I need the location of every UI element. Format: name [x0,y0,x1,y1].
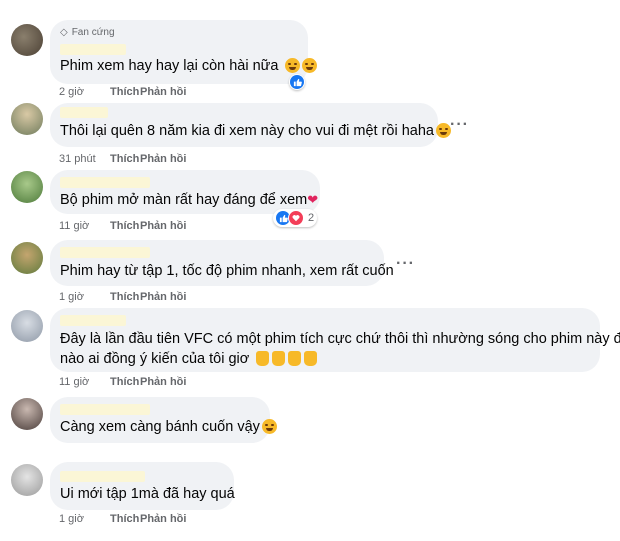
timestamp[interactable]: 2 giờ [59,86,110,98]
avatar[interactable] [11,242,43,274]
love-reaction-icon [288,210,304,226]
comment-actions: 31 phút Thích Phản hồi [59,153,186,165]
timestamp[interactable]: 11 giờ [59,220,110,232]
comment-text: Phim xem hay hay lại còn hài nữa [60,55,317,78]
author-name-redacted[interactable] [60,471,145,482]
comment-bubble: ◇ Fan cứng Phim xem hay hay lại còn hài … [50,20,317,84]
comment-bubble: Càng xem càng bánh cuốn vậy [50,397,277,443]
comment-actions: 1 giờ Thích Phản hồi [59,291,186,303]
reaction-count: 2 [308,212,315,224]
comment-actions: 11 giờ Thích Phản hồi [59,220,186,232]
timestamp[interactable]: 11 giờ [59,376,110,388]
timestamp[interactable]: 1 giờ [59,291,110,303]
comment-actions: 2 giờ Thích Phản hồi [59,86,186,98]
author-name-redacted[interactable] [60,44,126,55]
like-button[interactable]: Thích [110,220,140,232]
comment-actions: 11 giờ Thích Phản hồi [59,376,186,388]
avatar[interactable] [11,24,43,56]
reply-button[interactable]: Phản hồi [140,513,186,525]
avatar[interactable] [11,171,43,203]
author-name-redacted[interactable] [60,404,150,415]
like-button[interactable]: Thích [110,513,140,525]
comment-text: Càng xem càng bánh cuốn vậy [60,416,277,439]
laughing-emoji-icon [261,419,277,434]
avatar[interactable] [11,310,43,342]
timestamp[interactable]: 31 phút [59,153,110,165]
avatar[interactable] [11,398,43,430]
reply-button[interactable]: Phản hồi [140,153,186,165]
raised-hand-emoji-icon [304,351,318,366]
like-button[interactable]: Thích [110,291,140,303]
comment-bubble: Đây là lần đầu tiên VFC có một phim tích… [50,308,620,372]
raised-hand-emoji-icon [272,351,286,366]
comment-text: Ui mới tập 1mà đã hay quá [60,486,235,502]
reply-button[interactable]: Phản hồi [140,376,186,388]
comment-text-line-2: nào ai đồng ý kiến của tôi giơ [60,348,318,371]
more-options-icon[interactable]: ··· [450,116,469,134]
reply-button[interactable]: Phản hồi [140,86,186,98]
comment-actions: 1 giờ Thích Phản hồi [59,513,186,525]
reply-button[interactable]: Phản hồi [140,291,186,303]
fan-badge: ◇ Fan cứng [60,27,115,38]
comment-bubble: Thôi lại quên 8 năm kia đi xem này cho v… [50,103,451,147]
heart-emoji-icon: ❤ [307,192,319,207]
laughing-emoji-icon [435,123,451,138]
raised-hand-emoji-icon [288,351,302,366]
laughing-emoji-icon [301,58,317,73]
laughing-emoji-icon [284,58,300,73]
author-name-redacted[interactable] [60,177,150,188]
like-button[interactable]: Thích [110,153,140,165]
like-button[interactable]: Thích [110,376,140,388]
author-name-redacted[interactable] [60,107,108,118]
raised-hand-emoji-icon [256,351,270,366]
reaction-summary[interactable]: 2 [273,209,318,227]
avatar[interactable] [11,464,43,496]
comment-text: Phim hay từ tập 1, tốc độ phim nhanh, xe… [60,263,394,279]
comment-bubble: Phim hay từ tập 1, tốc độ phim nhanh, xe… [50,240,394,286]
like-button[interactable]: Thích [110,86,140,98]
avatar[interactable] [11,103,43,135]
timestamp[interactable]: 1 giờ [59,513,110,525]
reaction-summary[interactable] [289,74,305,90]
author-name-redacted[interactable] [60,315,126,326]
more-options-icon[interactable]: ··· [396,255,415,273]
comment-bubble: Bộ phim mở màn rất hay đáng để xem❤ [50,170,320,214]
author-name-redacted[interactable] [60,247,150,258]
comment-bubble: Ui mới tập 1mà đã hay quá [50,462,235,510]
like-reaction-icon [290,75,304,89]
comment-text: Thôi lại quên 8 năm kia đi xem này cho v… [60,120,451,143]
reply-button[interactable]: Phản hồi [140,220,186,232]
diamond-icon: ◇ [60,27,68,38]
